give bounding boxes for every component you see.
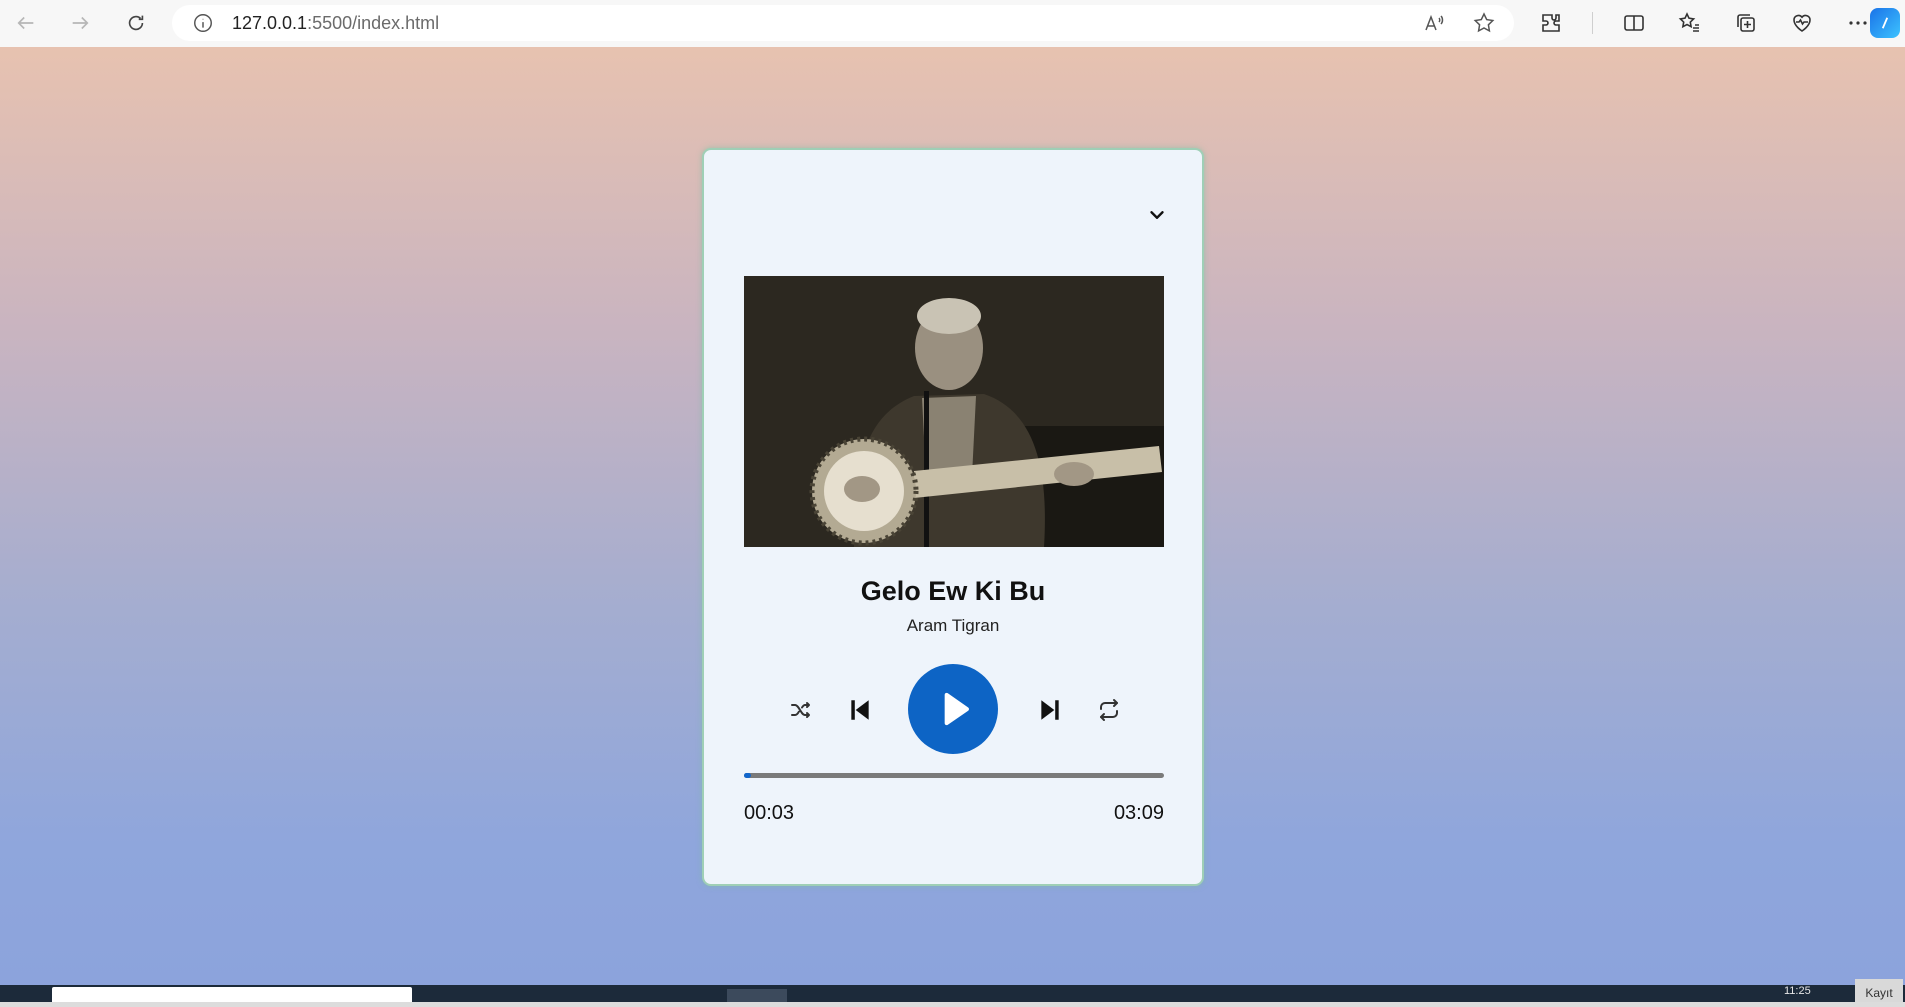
url-text[interactable]: 127.0.0.1:5500/index.html	[232, 13, 439, 34]
chevron-down-icon	[1150, 211, 1164, 219]
os-taskbar: 11:25 Kayıt	[0, 979, 1905, 1002]
skip-previous-icon	[851, 700, 869, 720]
arrow-right-icon	[72, 16, 89, 30]
page-viewport: Gelo Ew Ki Bu Aram Tigran 00:03 03:09	[0, 47, 1905, 985]
album-cover	[744, 276, 1164, 547]
forward-button[interactable]	[60, 3, 100, 43]
address-bar[interactable]: 127.0.0.1:5500/index.html	[172, 5, 1514, 41]
url-path: :5500/index.html	[307, 12, 440, 33]
musician-photo	[744, 276, 1164, 547]
progress-bar[interactable]	[744, 773, 1164, 778]
favorite-star-icon[interactable]	[1472, 11, 1496, 35]
reload-icon	[128, 15, 144, 31]
taskbar-active-app[interactable]	[727, 989, 787, 1002]
read-aloud-icon[interactable]	[1422, 11, 1446, 35]
ellipsis-icon	[1849, 21, 1867, 25]
playback-controls	[704, 664, 1202, 756]
song-artist: Aram Tigran	[906, 616, 1000, 635]
collections-icon	[1737, 14, 1755, 32]
back-button[interactable]	[6, 3, 46, 43]
copilot-icon	[1881, 17, 1889, 29]
toolbar-divider	[1592, 12, 1593, 34]
play-icon	[944, 692, 969, 726]
address-bar-actions	[1422, 11, 1496, 35]
taskbar-clock: 11:25	[1784, 985, 1811, 997]
heart-pulse-icon	[1793, 14, 1811, 32]
arrow-left-icon	[17, 16, 34, 30]
browser-essentials-button[interactable]	[1787, 8, 1817, 38]
reload-button[interactable]	[116, 3, 156, 43]
shuffle-icon	[791, 702, 810, 718]
collapse-button[interactable]	[1146, 204, 1168, 226]
taskbar-search[interactable]	[52, 987, 412, 1002]
current-time: 00:03	[744, 802, 795, 824]
shuffle-button[interactable]	[786, 696, 816, 724]
info-icon[interactable]	[192, 12, 214, 34]
music-player-card: Gelo Ew Ki Bu Aram Tigran 00:03 03:09	[702, 148, 1204, 886]
more-options-button[interactable]	[1843, 8, 1873, 38]
previous-button[interactable]	[845, 695, 875, 725]
split-screen-button[interactable]	[1619, 8, 1649, 38]
duration: 03:09	[1113, 802, 1164, 824]
puzzle-icon	[1542, 14, 1560, 32]
song-title: Gelo Ew Ki Bu	[860, 576, 1046, 606]
progress-fill	[744, 773, 751, 778]
repeat-icon	[1100, 699, 1118, 721]
kayit-button[interactable]: Kayıt	[1855, 979, 1903, 1002]
skip-next-icon	[1041, 700, 1059, 720]
copilot-button[interactable]	[1870, 8, 1900, 38]
collections-button[interactable]	[1731, 8, 1761, 38]
favorites-button[interactable]	[1675, 8, 1705, 38]
extensions-button[interactable]	[1536, 8, 1566, 38]
browser-actions	[1536, 8, 1873, 38]
browser-toolbar: 127.0.0.1:5500/index.html	[0, 0, 1905, 47]
next-button[interactable]	[1035, 695, 1065, 725]
split-screen-icon	[1624, 15, 1644, 31]
play-button[interactable]	[908, 664, 998, 754]
favorites-list-icon	[1678, 12, 1699, 32]
url-host: 127.0.0.1	[232, 12, 308, 33]
repeat-button[interactable]	[1094, 696, 1124, 724]
